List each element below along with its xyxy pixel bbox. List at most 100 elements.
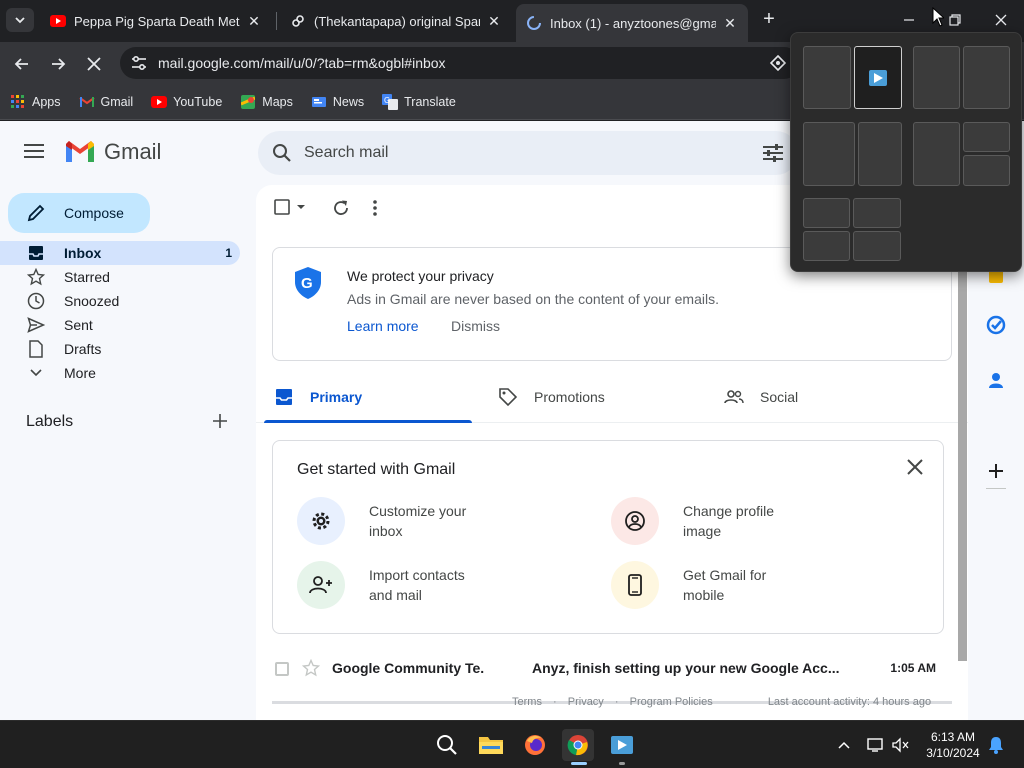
back-button[interactable] <box>8 50 36 78</box>
snap-zone-three-col-left[interactable] <box>803 122 855 186</box>
taskbar-file-explorer[interactable] <box>475 729 507 761</box>
bookmark-maps[interactable]: Maps <box>240 94 293 110</box>
snap-zone-quad-top-right[interactable] <box>853 198 901 228</box>
create-label-button[interactable] <box>212 413 232 433</box>
search-input-placeholder[interactable]: Search mail <box>304 144 388 162</box>
get-started-item-text: Get Gmail for mobile <box>683 567 767 603</box>
snap-zone-three-col-right[interactable] <box>858 122 902 186</box>
taskbar-firefox[interactable] <box>519 729 551 761</box>
email-checkbox[interactable] <box>275 662 289 676</box>
sidebar-item-drafts[interactable]: Drafts <box>0 337 250 361</box>
taskbar-search-button[interactable] <box>431 729 463 761</box>
notification-bell-icon[interactable] <box>986 735 1006 755</box>
gmail-logo[interactable]: Gmail <box>64 139 161 165</box>
snap-zone-grid-bottom-right[interactable] <box>963 155 1010 186</box>
restore-button[interactable] <box>940 6 970 34</box>
volume-muted-icon[interactable] <box>890 735 910 755</box>
refresh-icon[interactable] <box>332 199 352 219</box>
system-clock[interactable]: 6:13 AM 3/10/2024 <box>918 729 988 761</box>
sidebar-item-snoozed[interactable]: Snoozed <box>0 289 250 313</box>
footer-terms-link[interactable]: Terms <box>512 696 542 708</box>
compose-label: Compose <box>64 205 124 221</box>
bookmark-gmail[interactable]: Gmail <box>78 94 133 110</box>
select-all-checkbox[interactable] <box>274 199 294 219</box>
search-mail-bar[interactable]: Search mail <box>258 131 798 175</box>
email-sender: Google Community Te. <box>332 660 485 676</box>
privacy-description: Ads in Gmail are never based on the cont… <box>347 291 719 307</box>
minimize-button[interactable] <box>894 6 924 34</box>
snap-zone-left-half[interactable] <box>803 46 851 109</box>
footer-policies-link[interactable]: Program Policies <box>630 696 713 708</box>
sidebar-item-label: Starred <box>64 269 110 285</box>
pencil-icon <box>27 204 45 222</box>
change-profile-item[interactable]: Change profile image <box>611 496 891 546</box>
menu-icon <box>24 144 44 158</box>
contacts-icon[interactable] <box>984 369 1008 393</box>
snap-zone-right-half[interactable] <box>854 46 902 109</box>
snap-zone-grid-top-right[interactable] <box>963 122 1010 152</box>
snap-zone-twothirds-right[interactable] <box>963 46 1010 109</box>
sidebar-item-label: Sent <box>64 317 93 333</box>
browser-tab-2[interactable]: (Thekantapapa) original Sparta ✕ <box>280 6 512 36</box>
add-addon-icon[interactable] <box>984 459 1008 483</box>
main-menu-button[interactable] <box>24 143 48 163</box>
email-row[interactable]: Google Community Te. Anyz, finish settin… <box>256 649 968 689</box>
snap-zone-quad-bottom-left[interactable] <box>803 231 850 261</box>
sidebar-item-more[interactable]: More <box>0 361 250 385</box>
network-icon[interactable] <box>866 735 886 755</box>
taskbar-chrome[interactable] <box>562 729 594 761</box>
close-window-button[interactable] <box>986 6 1016 34</box>
diamond-icon[interactable] <box>769 54 787 72</box>
footer-privacy-link[interactable]: Privacy <box>568 696 604 708</box>
snap-zone-quad-top-left[interactable] <box>803 198 850 228</box>
tab-primary[interactable]: Primary <box>274 371 362 423</box>
learn-more-link[interactable]: Learn more <box>347 318 419 334</box>
close-tab-icon[interactable]: ✕ <box>246 13 262 29</box>
send-icon <box>26 315 46 335</box>
get-mobile-item[interactable]: Get Gmail for mobile <box>611 560 891 610</box>
snap-zone-grid-left[interactable] <box>913 122 960 186</box>
chrome-active-indicator <box>571 762 587 765</box>
search-options-icon[interactable] <box>762 143 784 163</box>
tab-promotions[interactable]: Promotions <box>498 371 605 423</box>
dismiss-button[interactable]: Dismiss <box>451 318 500 334</box>
tab-social[interactable]: Social <box>724 371 798 423</box>
snap-zone-quad-bottom-right[interactable] <box>853 231 901 261</box>
snap-zone-twothirds-left[interactable] <box>913 46 960 109</box>
import-contacts-item[interactable]: Import contacts and mail <box>297 560 577 610</box>
sidebar-item-label: More <box>64 365 96 381</box>
close-tab-icon[interactable]: ✕ <box>722 15 738 31</box>
select-dropdown-icon[interactable] <box>296 199 316 219</box>
tab-search-button[interactable] <box>6 8 34 32</box>
browser-tab-1[interactable]: Peppa Pig Sparta Death Metal R ✕ <box>40 6 272 36</box>
sidebar-item-sent[interactable]: Sent <box>0 313 250 337</box>
compose-button[interactable]: Compose <box>8 193 150 233</box>
sidebar-item-inbox[interactable]: Inbox 1 <box>0 241 240 265</box>
star-icon[interactable] <box>301 658 321 677</box>
close-tab-icon[interactable]: ✕ <box>486 13 502 29</box>
firefox-icon <box>525 735 545 755</box>
sidebar-item-starred[interactable]: Starred <box>0 265 250 289</box>
browser-tab-3-active[interactable]: Inbox (1) - anyztoones@gmail.c ✕ <box>516 4 748 42</box>
more-options-icon[interactable] <box>372 199 392 219</box>
taskbar-media-app[interactable] <box>606 729 638 761</box>
bookmark-apps[interactable]: Apps <box>10 94 61 110</box>
page-footer: Terms · Privacy · Program Policies Last … <box>512 696 932 708</box>
bookmark-news[interactable]: News <box>311 94 364 110</box>
new-tab-button[interactable]: + <box>758 9 780 31</box>
close-icon[interactable] <box>907 459 925 477</box>
show-hidden-icons-button[interactable] <box>834 735 854 755</box>
forward-button[interactable] <box>44 50 72 78</box>
customize-inbox-item[interactable]: Customize your inbox <box>297 496 577 546</box>
bookmark-translate[interactable]: G Translate <box>382 93 456 110</box>
browser-tab-title: Peppa Pig Sparta Death Metal R <box>74 13 240 29</box>
vertical-scrollbar[interactable] <box>958 261 967 661</box>
bookmark-label: YouTube <box>173 94 223 109</box>
tasks-icon[interactable] <box>984 313 1008 337</box>
stop-loading-button[interactable] <box>80 50 108 78</box>
bookmark-label: Translate <box>404 94 456 109</box>
address-bar[interactable]: mail.google.com/mail/u/0/?tab=rm&ogbl#in… <box>120 47 800 79</box>
bookmark-youtube[interactable]: YouTube <box>151 94 222 110</box>
search-icon[interactable] <box>260 131 304 175</box>
site-info-icon[interactable] <box>124 48 154 78</box>
